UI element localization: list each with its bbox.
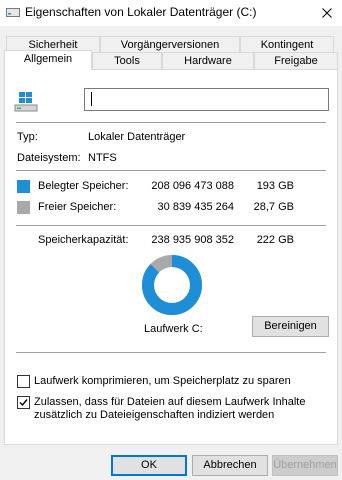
capacity-bytes: 238 935 908 352 [151, 234, 234, 246]
tab-vorgaengerversionen[interactable]: Vorgängerversionen [100, 36, 240, 53]
used-space-swatch [17, 180, 30, 193]
tab-hardware[interactable]: Hardware [162, 52, 254, 69]
free-space-gb: 28,7 GB [253, 201, 294, 213]
check-icon [19, 399, 28, 407]
separator [16, 352, 326, 353]
properties-dialog: Eigenschaften von Lokaler Datenträger (C… [0, 0, 342, 480]
windows-drive-icon [14, 92, 38, 112]
type-value: Lokaler Datenträger [88, 131, 186, 143]
drive-label: Laufwerk C: [144, 323, 203, 335]
tab-tools[interactable]: Tools [92, 52, 162, 69]
drive-icon [6, 6, 20, 18]
cancel-button[interactable]: Abbrechen [192, 455, 268, 476]
filesystem-value: NTFS [88, 152, 117, 164]
drive-name-input[interactable] [84, 88, 329, 111]
tab-freigabe[interactable]: Freigabe [254, 52, 338, 69]
used-space-bytes: 208 096 473 088 [151, 180, 234, 192]
tab-allgemein[interactable]: Allgemein [4, 50, 92, 70]
separator [16, 122, 326, 123]
used-space-gb: 193 GB [256, 180, 294, 192]
apply-button[interactable]: Übernehmen [272, 455, 338, 476]
tab-label: Vorgängerversionen [120, 39, 220, 51]
tab-label: Tools [114, 55, 140, 67]
compress-label: Laufwerk komprimieren, um Speicherplatz … [34, 375, 291, 387]
tab-label: Kontingent [260, 39, 314, 51]
index-label-line2: zusätzlich zu Dateieigenschaften indizie… [34, 409, 275, 421]
free-space-swatch [17, 201, 30, 214]
tab-kontingent[interactable]: Kontingent [240, 36, 334, 53]
free-space-bytes: 30 839 435 264 [157, 201, 234, 213]
tab-label: Hardware [184, 55, 232, 67]
capacity-gb: 222 GB [256, 234, 294, 246]
ok-button[interactable]: OK [111, 455, 187, 476]
free-space-label: Freier Speicher: [38, 201, 117, 213]
title-bar: Eigenschaften von Lokaler Datenträger (C… [0, 0, 342, 26]
close-icon [322, 8, 332, 18]
text-caret [91, 92, 92, 106]
capacity-label: Speicherkapazität: [38, 234, 129, 246]
close-button[interactable] [312, 0, 342, 26]
tab-label: Freigabe [274, 55, 318, 67]
donut-used-segment [142, 255, 202, 315]
separator [16, 225, 326, 226]
index-checkbox[interactable] [17, 396, 30, 409]
type-label: Typ: [17, 131, 38, 143]
used-space-label: Belegter Speicher: [38, 180, 129, 192]
compress-checkbox[interactable] [17, 375, 30, 388]
filesystem-label: Dateisystem: [17, 152, 81, 164]
index-label-line1: Zulassen, dass für Dateien auf diesem La… [34, 396, 306, 408]
cleanup-button[interactable]: Bereinigen [252, 316, 329, 337]
disk-usage-donut [142, 255, 202, 315]
separator [16, 170, 326, 171]
window-title: Eigenschaften von Lokaler Datenträger (C… [25, 5, 257, 19]
tab-label: Allgemein [23, 53, 73, 65]
